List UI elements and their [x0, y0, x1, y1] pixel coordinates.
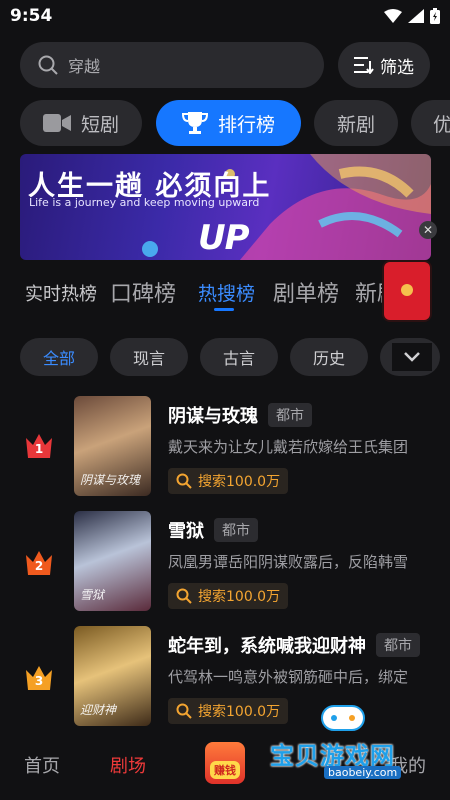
status-time: 9:54 [10, 6, 53, 26]
search-icon [176, 588, 192, 604]
rank-number: 2 [34, 559, 44, 573]
earn-label: 赚钱 [210, 761, 240, 779]
rank-number: 1 [34, 442, 44, 456]
title-row: 蛇年到，系统喊我迎财神 都市 [168, 632, 420, 658]
poster-image: 迎财神 [74, 626, 151, 726]
wifi-icon [384, 9, 402, 23]
tab-label: 排行榜 [217, 113, 275, 136]
status-bar: 9:54 [0, 0, 450, 32]
video-camera-icon [42, 114, 71, 132]
genre-chips: 全部 现言 古言 历史 [0, 338, 450, 376]
chip-ancient-romance[interactable]: 古言 [200, 338, 278, 376]
search-count: 搜索100.0万 [198, 704, 281, 720]
search-count: 搜索100.0万 [198, 474, 281, 490]
rank-item[interactable]: 2 雪狱 雪狱 都市 凤凰男谭岳阳阴谋败露后，反陷韩雪 搜索100.0万 [0, 511, 450, 615]
promo-banner[interactable]: 人生一趟 必须向上 Life is a journey and keep mov… [20, 154, 431, 260]
tab-reputation[interactable]: 口碑榜 [110, 276, 176, 308]
rank-number: 3 [34, 674, 44, 688]
poster-title: 迎财神 [80, 703, 117, 717]
filter-icon [354, 57, 374, 74]
red-packet-icon[interactable] [384, 262, 430, 320]
tab-realtime-hot[interactable]: 实时热榜 [25, 280, 97, 306]
chevron-down-icon[interactable] [392, 343, 432, 371]
battery-icon [430, 8, 440, 24]
nav-theater[interactable]: 剧场 [110, 752, 146, 778]
poster-image: 雪狱 [74, 511, 151, 611]
gamepad-icon [321, 705, 365, 731]
search-icon [176, 703, 192, 719]
signal-icon [408, 9, 424, 23]
search-placeholder: 穿越 [68, 57, 101, 76]
tab-playlist[interactable]: 剧单榜 [273, 276, 339, 308]
search-count: 搜索100.0万 [198, 589, 281, 605]
rank-item[interactable]: 1 阴谋与玫瑰 阴谋与玫瑰 都市 戴天来为让女儿戴若欣嫁给王氏集团 搜索100.… [0, 396, 450, 500]
poster-image: 阴谋与玫瑰 [74, 396, 151, 496]
watermark: 宝贝游戏网 baobeiy.com [270, 700, 430, 790]
search-count-badge: 搜索100.0万 [168, 468, 289, 494]
nav-home[interactable]: 首页 [24, 752, 60, 778]
filter-button[interactable]: 筛选 [338, 42, 430, 88]
chip-all[interactable]: 全部 [20, 338, 98, 376]
search-count-badge: 搜索100.0万 [168, 583, 289, 609]
drama-title: 蛇年到，系统喊我迎财神 [168, 636, 366, 657]
watermark-url: baobeiy.com [324, 766, 402, 779]
title-row: 雪狱 都市 [168, 517, 258, 543]
tab-label: 新剧 [336, 113, 375, 136]
drama-description: 代驾林一鸣意外被钢筋砸中后，绑定 [168, 668, 409, 686]
banner-close-icon[interactable]: ✕ [419, 221, 437, 239]
tab-label: 优 [433, 113, 450, 136]
rank-crown-icon: 1 [24, 432, 54, 460]
tab-label: 短剧 [80, 113, 119, 136]
tab-new-drama[interactable]: 新剧 [314, 100, 398, 146]
tab-quality[interactable]: 优 [411, 100, 450, 146]
banner-logo: UP [198, 218, 250, 258]
filter-label: 筛选 [380, 57, 414, 78]
search-input[interactable]: 穿越 [20, 42, 324, 88]
tab-hot-search[interactable]: 热搜榜 [198, 279, 255, 306]
tab-ranking[interactable]: 排行榜 [156, 100, 301, 146]
drama-title: 雪狱 [168, 521, 204, 542]
rank-crown-icon: 3 [24, 664, 54, 692]
nav-earn[interactable]: 赚钱 [205, 742, 245, 784]
genre-tag: 都市 [376, 633, 420, 657]
genre-tag: 都市 [268, 403, 312, 427]
poster-title: 雪狱 [80, 588, 105, 602]
tab-short-drama[interactable]: 短剧 [20, 100, 142, 146]
banner-subline: Life is a journey and keep moving upward [29, 196, 260, 209]
chip-modern-romance[interactable]: 现言 [110, 338, 188, 376]
active-tab-indicator [214, 308, 234, 311]
trophy-icon [181, 112, 208, 134]
drama-description: 凤凰男谭岳阳阴谋败露后，反陷韩雪 [168, 553, 409, 571]
rank-crown-icon: 2 [24, 549, 54, 577]
drama-description: 戴天来为让女儿戴若欣嫁给王氏集团 [168, 438, 409, 456]
genre-tag: 都市 [214, 518, 258, 542]
category-tabs: 短剧 排行榜 新剧 优 [0, 100, 450, 148]
drama-title: 阴谋与玫瑰 [168, 406, 258, 427]
poster-title: 阴谋与玫瑰 [80, 473, 141, 487]
search-icon [176, 473, 192, 489]
title-row: 阴谋与玫瑰 都市 [168, 402, 312, 428]
chip-history[interactable]: 历史 [290, 338, 368, 376]
search-icon [38, 55, 58, 75]
status-icons [384, 8, 440, 24]
